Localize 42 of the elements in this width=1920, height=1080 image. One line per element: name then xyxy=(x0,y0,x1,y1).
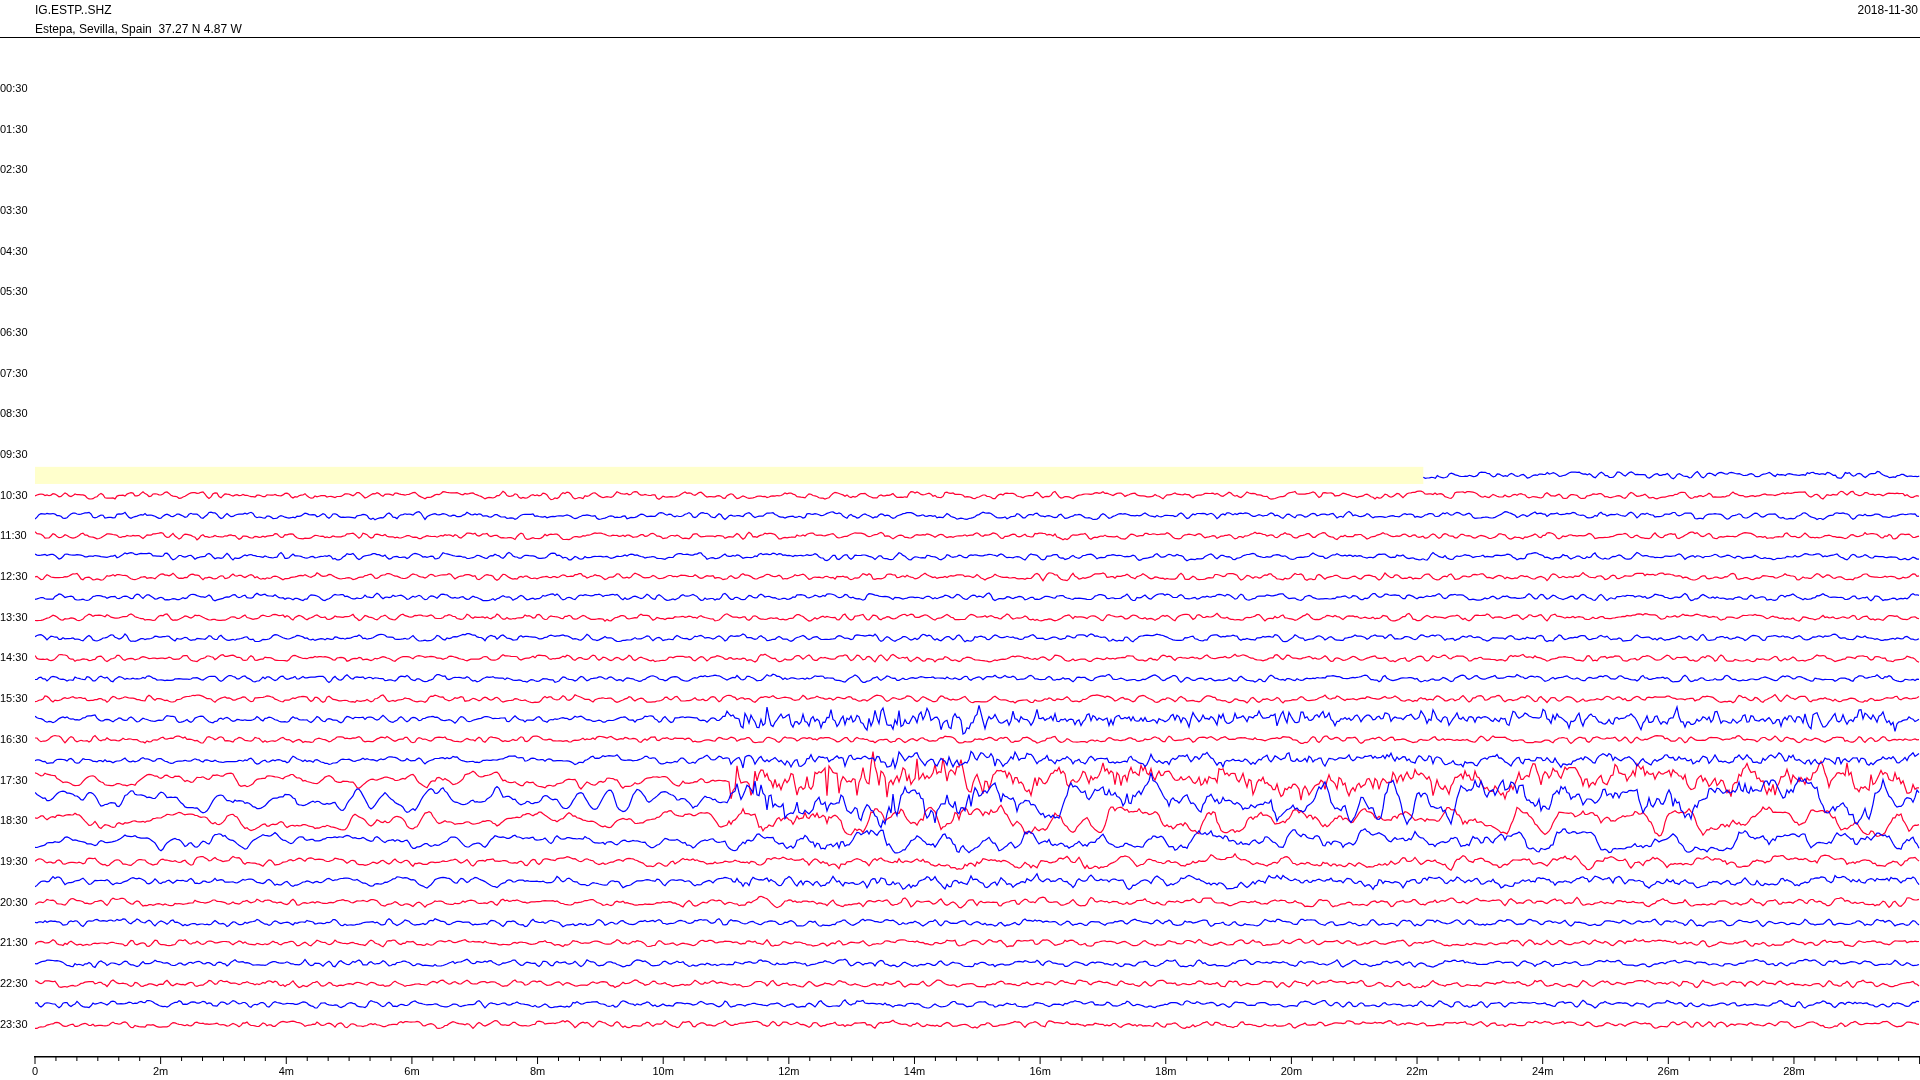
axis-label: 16m xyxy=(1029,1065,1051,1077)
axis-label: 10m xyxy=(652,1065,674,1077)
hour-label: 12:30 xyxy=(0,571,28,583)
axis-label: 14m xyxy=(903,1065,926,1077)
hour-label: 13:30 xyxy=(0,611,28,623)
hour-label: 02:30 xyxy=(0,164,28,176)
hour-label: 11:30 xyxy=(0,530,27,542)
hour-label: 20:30 xyxy=(0,896,28,908)
axis-label: 12m xyxy=(778,1065,800,1077)
axis-label: 6m xyxy=(404,1065,420,1077)
hour-label: 15:30 xyxy=(0,693,28,705)
hour-label: 04:30 xyxy=(0,245,28,257)
hour-label: 14:30 xyxy=(0,652,28,664)
hour-label: 06:30 xyxy=(0,326,28,338)
hour-label: 09:30 xyxy=(0,449,28,461)
hour-label: 08:30 xyxy=(0,408,28,420)
axis-label: 2m xyxy=(153,1065,169,1077)
station-code: IG.ESTP..SHZ xyxy=(35,2,113,19)
hour-label: 03:30 xyxy=(0,204,28,216)
hour-label: 22:30 xyxy=(0,977,28,989)
date-label: 2018-11-30 xyxy=(1857,2,1919,19)
axis-label: 18m xyxy=(1155,1065,1177,1077)
hour-label: 19:30 xyxy=(0,855,28,867)
hour-label: 10:30 xyxy=(0,489,28,501)
axis-label: 28m xyxy=(1783,1065,1805,1077)
axis-label: 0 xyxy=(31,1065,39,1077)
hour-label: 18:30 xyxy=(0,815,28,827)
hour-label: 00:30 xyxy=(0,82,28,94)
station-location: Estepa, Sevilla, Spain 37.27 N 4.87 W xyxy=(35,21,242,38)
hour-label: 21:30 xyxy=(0,937,28,949)
axis-label: 4m xyxy=(278,1065,294,1077)
hour-label: 16:30 xyxy=(0,733,28,745)
hour-label: 17:30 xyxy=(0,774,28,786)
hour-label: 23:30 xyxy=(0,1018,28,1030)
axis-label: 8m xyxy=(529,1065,546,1077)
axis-label: 24m xyxy=(1531,1065,1554,1077)
hour-label: 05:30 xyxy=(0,286,28,298)
hour-label: 01:30 xyxy=(0,123,28,135)
axis-label: 26m xyxy=(1657,1065,1679,1077)
axis-label: 22m xyxy=(1406,1065,1428,1077)
hour-label: 07:30 xyxy=(0,367,28,379)
axis-label: 20m xyxy=(1280,1065,1303,1077)
